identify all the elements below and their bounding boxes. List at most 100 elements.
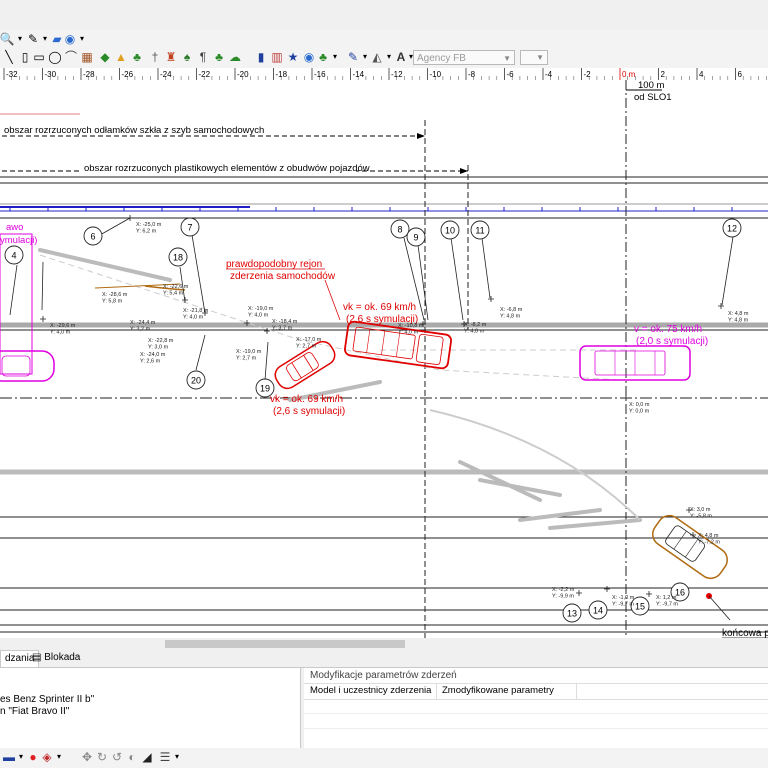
wall-icon[interactable]: ▦ (80, 50, 94, 64)
coordinate-label: X: -2,2 m (552, 587, 575, 593)
column-header-params[interactable]: Zmodyfikowane parametry (442, 685, 554, 696)
font-size-select[interactable]: ▼ (520, 50, 548, 65)
marker-label: 10 (445, 226, 455, 236)
coordinate-label: X: -24,0 m (140, 352, 166, 358)
left-pink-label-1: awo (6, 222, 23, 233)
markers-layer: 4 6 7 8 9 10 11 12 13 14 15 16 18 19 20 (4, 217, 742, 623)
drawing-canvas[interactable]: obszar rozrzuconych odłamków szkła z szy… (0, 80, 768, 640)
coordinate-label: Y: 2,7 m (296, 344, 317, 350)
car-icon[interactable]: ◆ (98, 50, 112, 64)
final-pointer (708, 595, 731, 621)
sprinter-initial[interactable] (579, 345, 691, 381)
line-tool-icon[interactable]: ╲ (2, 50, 16, 64)
lamp-icon[interactable]: ¶ (196, 50, 210, 64)
list-item[interactable]: es Benz Sprinter II b" (0, 694, 94, 705)
hydrant-icon[interactable]: ♜ (164, 50, 178, 64)
ruler-label: -8 (468, 70, 476, 79)
coordinate-label: X: 1,2 m (656, 595, 677, 601)
marker-label: 8 (397, 225, 402, 235)
zoom-icon[interactable]: 🔍 (0, 32, 14, 46)
coordinate-label: Y: 4,0 m (183, 315, 204, 321)
coordinate-label: Y: 4,0 m (50, 330, 71, 336)
speed-fiat-2: (2,6 s symulacji) (273, 406, 345, 417)
chevron-down-icon[interactable]: ▾ (13, 32, 27, 46)
ruler-label: 0 m (622, 70, 636, 79)
hedge-icon[interactable]: ☁ (228, 50, 242, 64)
table-row (304, 713, 768, 714)
pedestrian-icon[interactable]: ★ (286, 50, 300, 64)
ruler-label: -18 (276, 70, 288, 79)
list-item[interactable]: n "Fiat Bravo II" (0, 706, 69, 717)
trajectory-curve (429, 409, 641, 521)
pole-icon[interactable]: † (148, 50, 162, 64)
coordinate-label: X: -19,0 m (248, 306, 274, 312)
rotate-icon[interactable]: ↻ (95, 750, 109, 764)
chevron-down-icon: ▼ (503, 54, 511, 63)
coordinate-label: X: -19,0 m (236, 349, 262, 355)
column-header-model[interactable]: Model i uczestnicy zderzenia (310, 685, 431, 696)
coordinate-label: Y: 4,8 m (500, 314, 521, 320)
coordinate-label: X: -10,8 m (398, 323, 424, 329)
reference-lines (424, 80, 627, 640)
contrast-icon[interactable]: ◢ (140, 750, 154, 764)
fire-icon[interactable]: ▲ (114, 50, 128, 64)
marker-label: 16 (675, 588, 685, 598)
marker-label: 14 (593, 606, 603, 616)
rectangle-tool-icon[interactable]: ▯ (18, 50, 32, 64)
ruler-label: -22 (199, 70, 211, 79)
coordinate-label: Y: 5,4 m (163, 291, 184, 297)
marker-label: 9 (413, 233, 418, 243)
tab-blokada[interactable]: ▤ Blokada (28, 650, 84, 666)
coordinate-label: Y: -7,2 m (698, 540, 720, 546)
comment-icon[interactable]: ▰ (50, 32, 64, 46)
ruler-ticks: -32 -30 -28 -26 -24 -22 -20 -18 -16 -14 -12 -10 -8 -6… (3, 68, 767, 80)
move-icon[interactable]: ✥ (80, 750, 94, 764)
font-name-select[interactable]: Agency FB ▼ (413, 50, 515, 65)
record-icon[interactable]: ● (26, 750, 40, 764)
figure-icon[interactable]: ▥ (270, 50, 284, 64)
speed-sprinter-1: vk = ok. 69 km/h (343, 302, 416, 313)
left-pink-label-2: ymulacji) (0, 235, 37, 246)
coordinate-label: Y: 0,0 m (629, 409, 650, 415)
fiat-initial[interactable] (0, 350, 55, 382)
coordinate-label: X: 3,0 m (690, 507, 711, 513)
bottom-toolbar: ▬ ▾ ● ◈ ▾ ✥ ↻ ↺ ◐ ◢ ☰ ▾ (0, 748, 768, 768)
road-lines (0, 113, 768, 633)
traffic-light-icon[interactable]: ▮ (254, 50, 268, 64)
coordinate-label: X: 0,0 m (629, 402, 650, 408)
table-row (304, 728, 768, 729)
bush-icon[interactable]: ♣ (130, 50, 144, 64)
chevron-down-icon[interactable]: ▾ (170, 750, 184, 764)
tab-label: Blokada (44, 652, 81, 663)
bottom-tabs: dzania ▤ Blokada (0, 649, 768, 668)
marker-label: 15 (635, 602, 645, 612)
fiat-final[interactable] (648, 511, 732, 583)
chevron-down-icon[interactable]: ▾ (52, 750, 66, 764)
polygon-tool-icon[interactable]: ▭ (32, 50, 46, 64)
sign-icon[interactable]: ♠ (180, 50, 194, 64)
scrollbar-thumb[interactable] (165, 640, 405, 648)
marker-label: 11 (475, 226, 484, 236)
coordinate-label: Y: 6,2 m (136, 229, 157, 235)
ellipse-tool-icon[interactable]: ◯ (48, 50, 62, 64)
marker-label: 4 (11, 251, 16, 261)
coordinate-label: Y: -9,9 m (552, 594, 574, 600)
coordinate-label: Y: 2,7 m (236, 356, 257, 362)
toggle-icon[interactable]: ◐ (125, 750, 139, 764)
eye-icon[interactable]: ◉ (302, 50, 316, 64)
coordinate-label: Y: 3,7 m (272, 326, 293, 332)
coordinate-label: X: -6,8 m (500, 307, 523, 313)
marker-label: 12 (727, 224, 737, 234)
horizontal-scrollbar[interactable] (0, 638, 768, 649)
chevron-down-icon[interactable]: ▾ (328, 50, 342, 64)
coordinate-label: Y: 4,0 m (248, 313, 269, 319)
chevron-down-icon[interactable]: ▾ (75, 32, 89, 46)
scale-reference: od SLO1 (634, 92, 672, 103)
coordinate-label: Y: 5,8 m (102, 299, 123, 305)
tree-icon[interactable]: ♣ (212, 50, 226, 64)
toolbar-top: 🔍 ▾ ✎ ▾ ▰ ◉ ▾ (0, 30, 768, 48)
curve-tool-icon[interactable]: ⌒ (64, 50, 78, 64)
vehicle-list-panel: es Benz Sprinter II b" n "Fiat Bravo II" (0, 668, 301, 748)
speed-fiat-1: vk = ok. 69 km/h (270, 394, 343, 405)
rotate-ccw-icon[interactable]: ↺ (110, 750, 124, 764)
